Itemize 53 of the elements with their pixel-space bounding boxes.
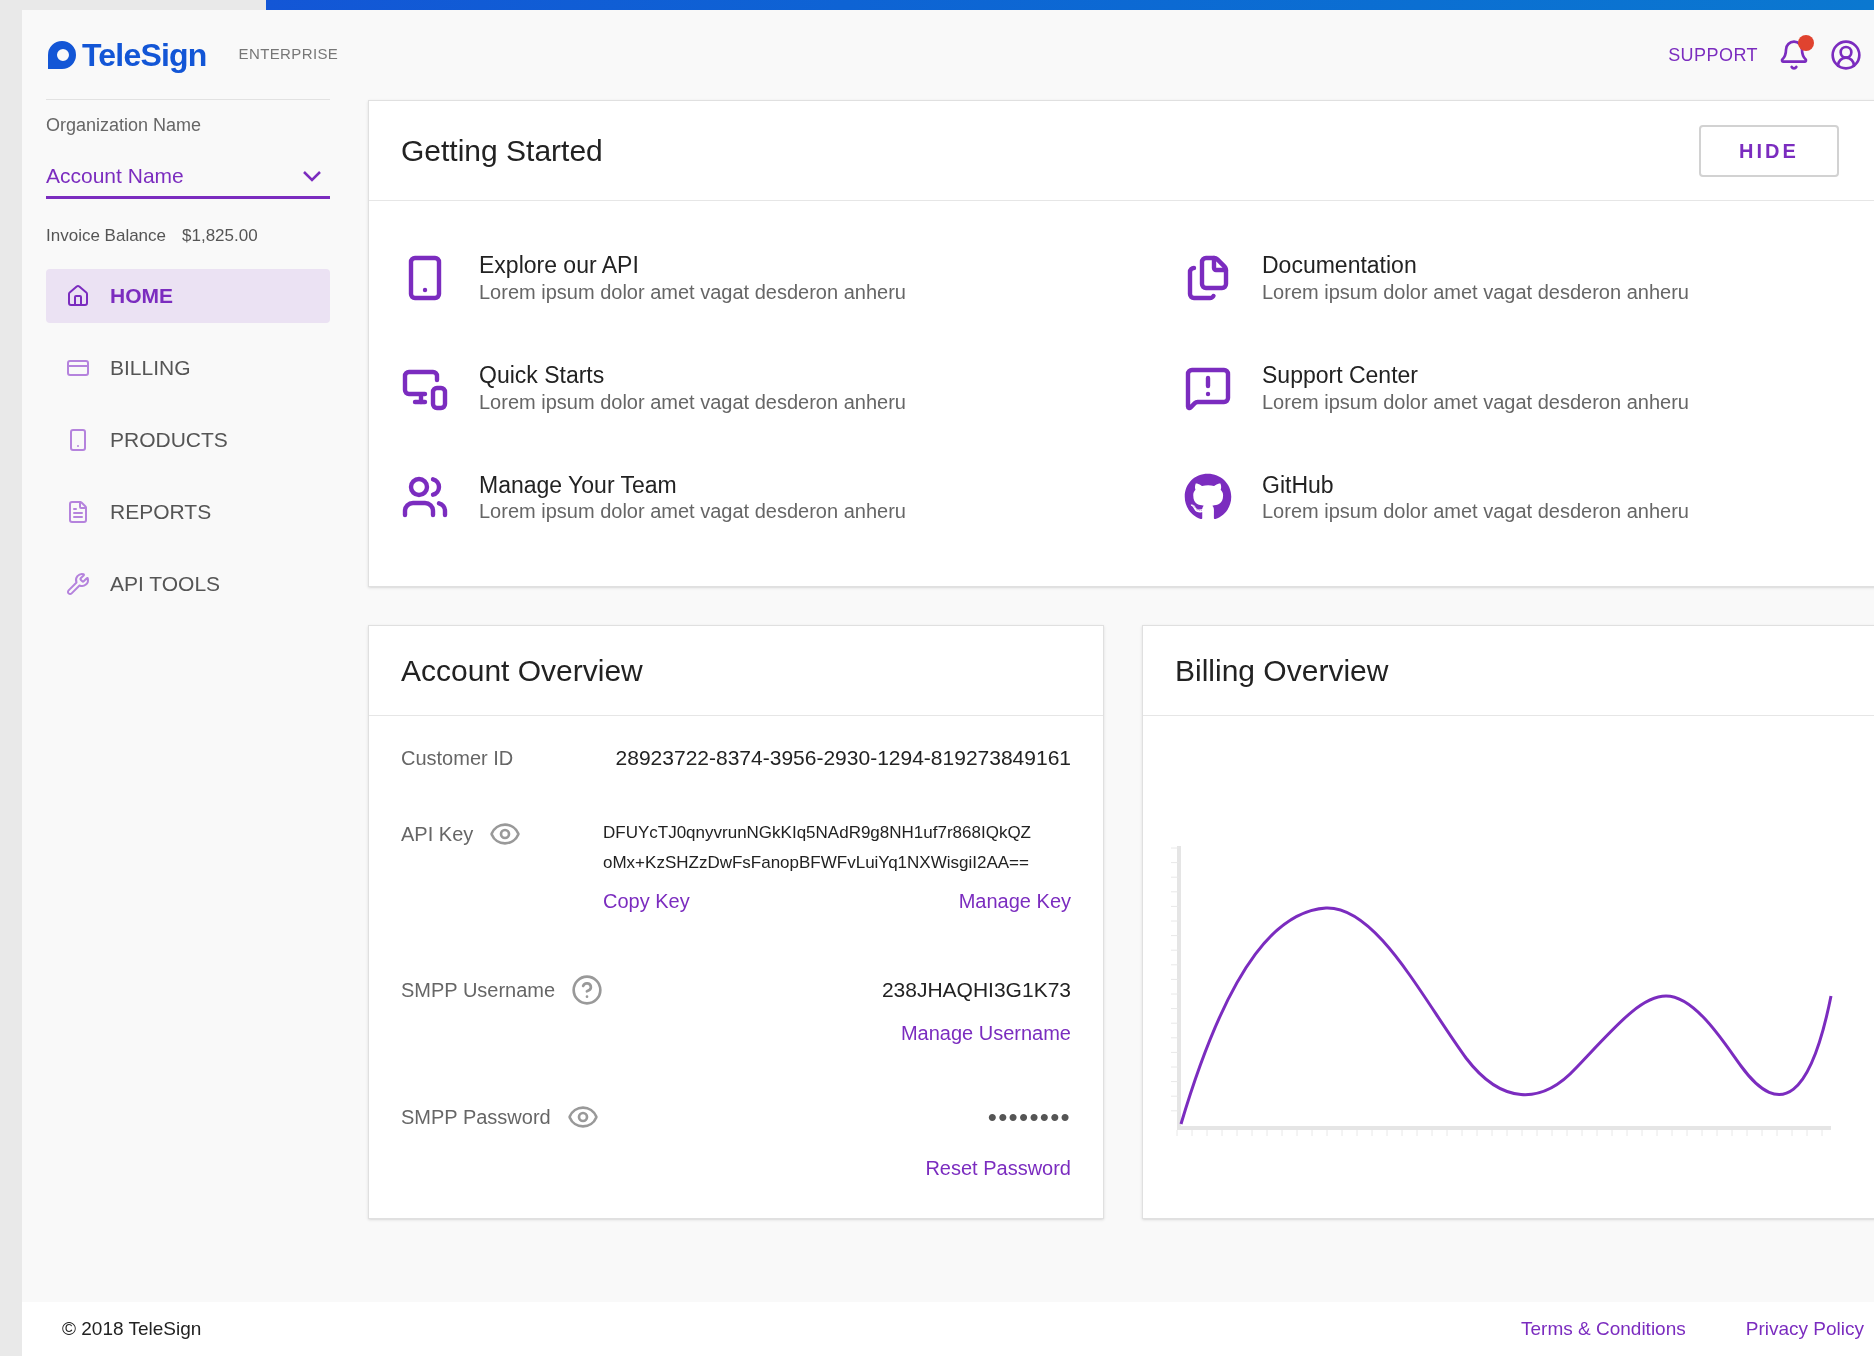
resource-title[interactable]: Documentation bbox=[1262, 251, 1689, 280]
home-icon bbox=[66, 283, 90, 308]
nav-item[interactable]: HOME bbox=[46, 268, 330, 323]
edition-label: ENTERPRISE bbox=[238, 44, 339, 65]
help-icon[interactable] bbox=[571, 973, 604, 1006]
notification-bell-icon[interactable] bbox=[1778, 39, 1810, 71]
smpp-username-value: 238JHAQHI3G1K73 bbox=[881, 977, 1071, 1003]
invoice-balance-amount: $1,825.00 bbox=[182, 225, 258, 247]
manage-key-link[interactable]: Manage Key bbox=[958, 885, 1071, 916]
copy-key-link[interactable]: Copy Key bbox=[603, 885, 690, 916]
api-key-line: DFUYcTJ0qnyvrunNGkKIq5NAdR9g8NH1uf7r868IQkQZ bbox=[603, 821, 1032, 844]
resource-title[interactable]: Explore our API bbox=[479, 251, 906, 280]
resource-description: Lorem ipsum dolor amet vagat desderon anheru bbox=[1262, 279, 1689, 305]
support-link[interactable]: SUPPORT bbox=[1668, 41, 1758, 69]
chevron-down-icon bbox=[302, 169, 322, 182]
resource-title[interactable]: Manage Your Team bbox=[479, 470, 906, 500]
resource-title[interactable]: Quick Starts bbox=[479, 360, 906, 390]
nav-item[interactable]: PRODUCTS bbox=[46, 412, 330, 467]
hide-button[interactable]: HIDE bbox=[1699, 124, 1839, 177]
copyright-text: © 2018 TeleSign bbox=[62, 1316, 202, 1341]
document-icon bbox=[66, 499, 90, 524]
brand-name: TeleSign bbox=[82, 35, 207, 75]
invoice-balance-label: Invoice Balance bbox=[46, 225, 167, 247]
resource-description: Lorem ipsum dolor amet vagat desderon anheru bbox=[1262, 389, 1689, 415]
wrench-icon bbox=[66, 571, 90, 596]
resource-description: Lorem ipsum dolor amet vagat desderon anheru bbox=[1262, 499, 1689, 525]
resource-description: Lorem ipsum dolor amet vagat desderon anheru bbox=[479, 499, 906, 525]
user-icon[interactable] bbox=[1830, 39, 1862, 71]
api-key-line: oMx+KzSHZzDwFsFanopBFWFvLuiYq1NXWisgiI2AA== bbox=[603, 851, 1030, 874]
card-title: Billing Overview bbox=[1175, 653, 1389, 690]
card-title: Getting Started bbox=[401, 133, 603, 169]
account-select[interactable]: Account Name bbox=[46, 155, 330, 199]
footer-link[interactable]: Terms & Conditions bbox=[1521, 1314, 1686, 1344]
reset-password-link[interactable]: Reset Password bbox=[925, 1152, 1071, 1183]
nav-item[interactable]: REPORTS bbox=[46, 484, 330, 539]
organization-label: Organization Name bbox=[46, 114, 203, 137]
field-label: SMPP Password bbox=[401, 1105, 551, 1131]
resource-description: Lorem ipsum dolor amet vagat desderon anheru bbox=[479, 389, 906, 415]
field-label: SMPP Username bbox=[401, 977, 556, 1003]
footer-link[interactable]: Privacy Policy bbox=[1745, 1314, 1864, 1344]
github-icon bbox=[1184, 473, 1232, 522]
field-label: Customer ID bbox=[401, 746, 514, 771]
resource-title[interactable]: GitHub bbox=[1262, 470, 1689, 500]
customer-id-value: 28923722-8374-3956-2930-1294-819273849161 bbox=[615, 745, 1071, 772]
nav-item[interactable]: BILLING bbox=[46, 340, 330, 395]
manage-username-link[interactable]: Manage Username bbox=[900, 1017, 1071, 1048]
field-label: API Key bbox=[401, 821, 474, 847]
resource-title[interactable]: Support Center bbox=[1262, 360, 1689, 390]
resource-description: Lorem ipsum dolor amet vagat desderon anheru bbox=[479, 279, 906, 305]
card-title: Account Overview bbox=[401, 653, 643, 690]
logo-icon bbox=[46, 38, 78, 71]
nav-item[interactable]: API TOOLS bbox=[46, 556, 330, 611]
smpp-password-value: •••••••• bbox=[987, 1100, 1071, 1134]
